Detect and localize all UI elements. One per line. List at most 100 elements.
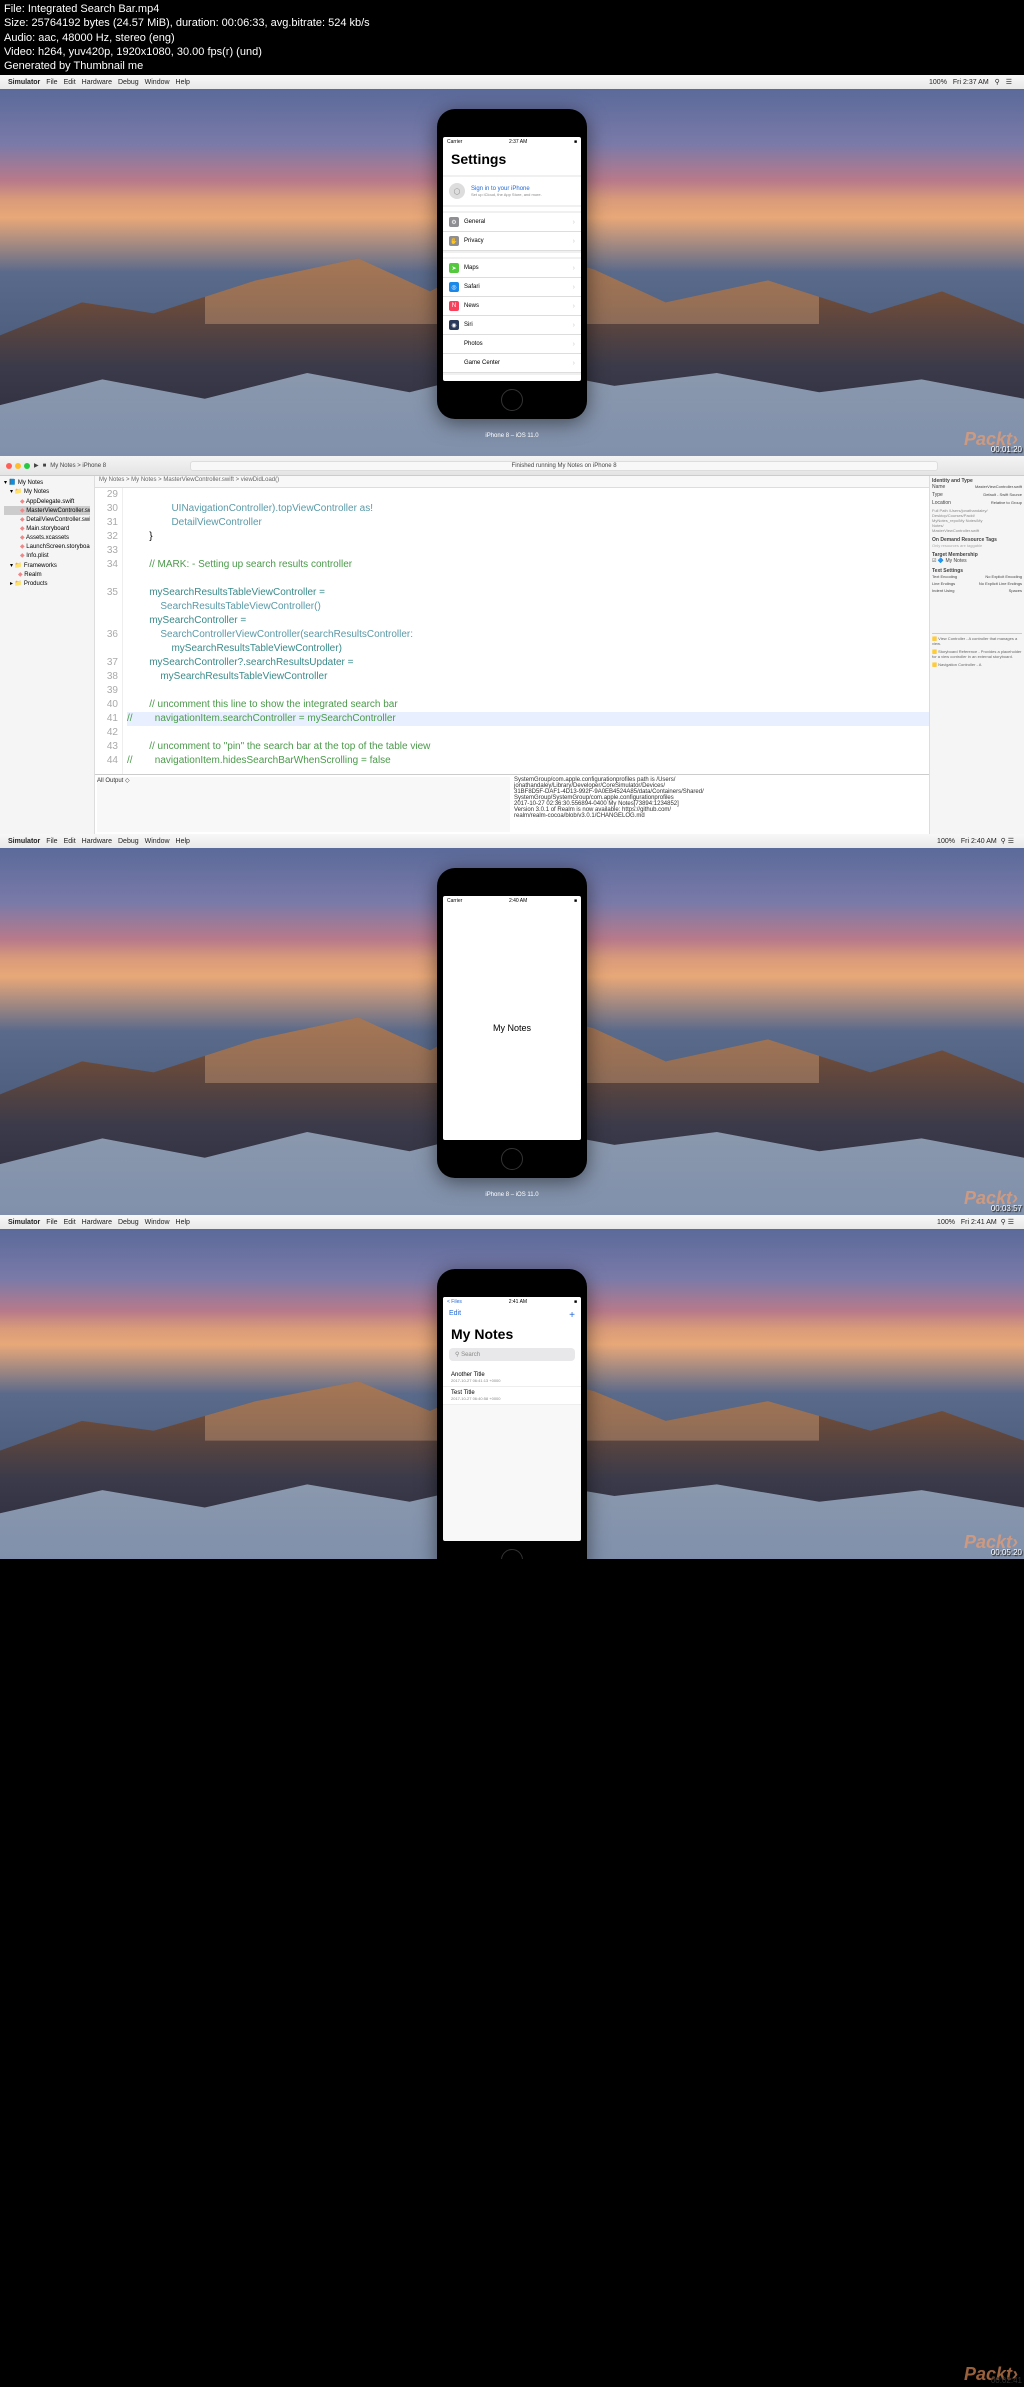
page-title: My Notes [443,1324,581,1348]
file-inspector[interactable]: Identity and Type NameMasterViewControll… [929,476,1024,834]
edit-button[interactable]: Edit [449,1310,461,1321]
nav-file[interactable]: Main.storyboard [4,524,90,533]
game center-icon: ● [449,358,459,368]
mac-menubar[interactable]: Simulator File Edit Hardware Debug Windo… [0,834,1024,848]
nav-file[interactable]: AppDelegate.swift [4,497,90,506]
menu-item[interactable]: Help [176,79,190,86]
chevron-right-icon: › [573,322,575,329]
file-info-header: File: Integrated Search Bar.mp4 Size: 25… [0,0,1024,75]
chevron-right-icon: › [573,360,575,367]
frame-4-notes-list: < Files 2:41 AM■ Edit + My Notes ⚲ Searc… [0,1229,1024,1559]
menu-item[interactable]: Debug [118,79,139,86]
nav-file[interactable]: Assets.xcassets [4,533,90,542]
mac-menubar[interactable]: Simulator File Edit Hardware Debug Windo… [0,1215,1024,1229]
chevron-right-icon: › [573,238,575,245]
run-button[interactable]: ▶ [34,462,39,469]
menu-item[interactable]: Help [176,1219,190,1226]
stop-button[interactable]: ■ [43,463,47,469]
menu-item[interactable]: Window [145,838,170,845]
iphone-simulator: < Files 2:41 AM■ Edit + My Notes ⚲ Searc… [437,1269,587,1559]
window-close-icon[interactable] [6,463,12,469]
jump-bar[interactable]: My Notes > My Notes > MasterViewControll… [95,476,929,488]
add-button[interactable]: + [569,1310,575,1321]
menu-item[interactable]: Edit [64,79,76,86]
mac-menubar[interactable]: Simulator File Edit Hardware Debug Windo… [0,75,1024,89]
avatar-icon: ◯ [449,183,465,199]
note-row[interactable]: Another Title2017-10-27 06:41:13 +0000 [443,1369,581,1387]
signin-row[interactable]: ◯ Sign in to your iPhone Set up iCloud, … [443,177,581,205]
frame-3-empty-notes: Carrier2:40 AM■ My Notes iPhone 8 – iOS … [0,848,1024,1215]
nav-file[interactable]: Info.plist [4,551,90,560]
current-line: // navigationItem.searchController = myS… [127,713,396,724]
settings-row[interactable]: ◎Safari› [443,278,581,297]
home-button[interactable] [501,1549,523,1559]
app-menu[interactable]: Simulator [8,79,40,86]
home-button[interactable] [501,389,523,411]
privacy-icon: ✋ [449,236,459,246]
video-timestamp: 00:05:20 [991,1548,1022,1557]
notif-icon[interactable]: ☰ [1006,79,1012,86]
settings-row[interactable]: ◉Siri› [443,316,581,335]
empty-detail-label: My Notes [443,906,581,1140]
menu-item[interactable]: Edit [64,1219,76,1226]
xcode-toolbar: ▶ ■ My Notes > iPhone 8 Finished running… [0,456,1024,476]
file-info-line: Audio: aac, 48000 Hz, stereo (eng) [4,31,1020,45]
ios-status-bar: < Files 2:41 AM■ [443,1297,581,1307]
menu-item[interactable]: Window [145,79,170,86]
file-info-line: Video: h264, yuv420p, 1920x1080, 30.00 f… [4,45,1020,59]
app-menu[interactable]: Simulator [8,838,40,845]
ios-status-bar: Carrier2:40 AM■ [443,896,581,906]
scheme-selector[interactable]: My Notes > iPhone 8 [50,463,106,469]
chevron-right-icon: › [573,341,575,348]
menu-item[interactable]: File [46,838,57,845]
video-timestamp: 00:01:20 [991,445,1022,454]
settings-row[interactable]: ⚙General› [443,213,581,232]
code-editor[interactable]: 29303132333435363738394041424344 UINavig… [95,488,929,774]
settings-row[interactable]: ●Game Center› [443,354,581,373]
nav-file[interactable]: MasterViewController.swift [4,506,90,515]
note-row[interactable]: Test Title2017-10-27 06:40:58 +0000 [443,1387,581,1405]
photos-icon: ❀ [449,339,459,349]
menu-item[interactable]: Help [176,838,190,845]
menu-item[interactable]: File [46,1219,57,1226]
settings-row[interactable]: ✋Privacy› [443,232,581,251]
settings-row[interactable]: ➤Maps› [443,259,581,278]
settings-row[interactable]: ❀Photos› [443,335,581,354]
chevron-right-icon: › [573,284,575,291]
frame-2-xcode: ▶ ■ My Notes > iPhone 8 Finished running… [0,456,1024,834]
menu-item[interactable]: File [46,79,57,86]
menu-item[interactable]: Edit [64,838,76,845]
spotlight-icon[interactable]: ⚲ [995,79,1000,86]
chevron-right-icon: › [573,219,575,226]
app-menu[interactable]: Simulator [8,1219,40,1226]
settings-row[interactable]: NNews› [443,297,581,316]
file-info-line: File: Integrated Search Bar.mp4 [4,2,1020,16]
menu-item[interactable]: Window [145,1219,170,1226]
nav-project: ▾ 📘 My Notes [2,478,92,487]
safari-icon: ◎ [449,282,459,292]
menu-item[interactable]: Debug [118,838,139,845]
clock: Fri 2:37 AM [953,79,989,86]
menu-item[interactable]: Hardware [82,838,112,845]
nav-file[interactable]: LaunchScreen.storyboard [4,542,90,551]
window-zoom-icon[interactable] [24,463,30,469]
window-minimize-icon[interactable] [15,463,21,469]
iphone-simulator: Carrier2:40 AM■ My Notes iPhone 8 – iOS … [437,868,587,1178]
simulator-label: iPhone 8 – iOS 11.0 [485,433,538,439]
battery-text: 100% [929,79,947,86]
menu-item[interactable]: Hardware [82,1219,112,1226]
debug-console[interactable]: All Output ◇ SystemGroup/com.apple.confi… [95,774,929,834]
general-icon: ⚙ [449,217,459,227]
menu-item[interactable]: Debug [118,1219,139,1226]
back-button[interactable]: < Files [447,1299,462,1305]
file-info-line: Size: 25764192 bytes (24.57 MiB), durati… [4,16,1020,30]
search-input[interactable]: ⚲ Search [449,1348,575,1361]
project-navigator[interactable]: ▾ 📘 My Notes ▾ 📁 My Notes AppDelegate.sw… [0,476,95,834]
file-info-line: Generated by Thumbnail me [4,59,1020,73]
nav-file[interactable]: DetailViewController.swift [4,515,90,524]
siri-icon: ◉ [449,320,459,330]
menu-item[interactable]: Hardware [82,79,112,86]
frame-1-settings: Carrier 2:37 AM ■ Settings ◯ Sign in to … [0,89,1024,456]
video-timestamp: 00:02:41 [991,2376,1022,2385]
home-button[interactable] [501,1148,523,1170]
